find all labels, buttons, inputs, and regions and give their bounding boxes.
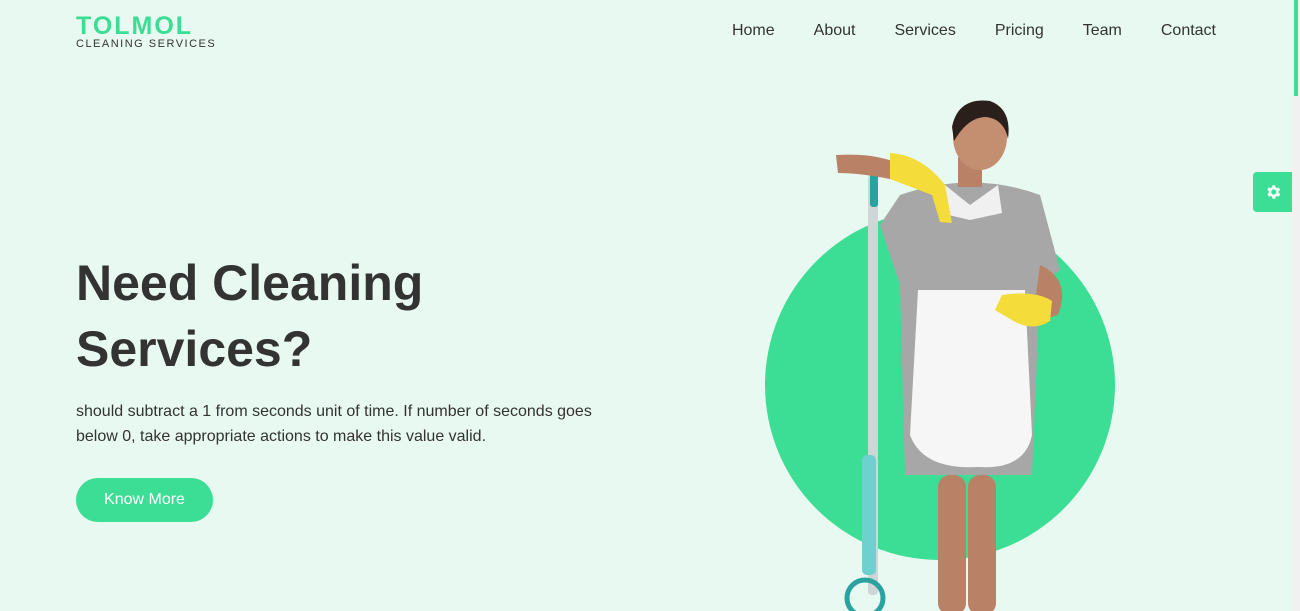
nav-item-pricing[interactable]: Pricing: [995, 22, 1044, 40]
logo-tagline: CLEANING SERVICES: [76, 38, 217, 50]
settings-button[interactable]: [1253, 172, 1293, 212]
hero-description: should subtract a 1 from seconds unit of…: [76, 403, 592, 445]
nav-item-services[interactable]: Services: [894, 22, 955, 40]
scrollbar-thumb[interactable]: [1294, 0, 1298, 96]
hero-title: Need Cleaning Services?: [76, 255, 424, 377]
know-more-button[interactable]: Know More: [76, 478, 213, 522]
page-scrollbar[interactable]: [1292, 0, 1300, 611]
main-nav: Home About Services Pricing Team Contact: [693, 22, 1216, 40]
logo[interactable]: TOLMOL CLEANING SERVICES: [76, 12, 217, 51]
hero-illustration: [765, 100, 1115, 611]
gear-icon: [1267, 185, 1281, 199]
nav-item-team[interactable]: Team: [1083, 22, 1122, 40]
nav-item-contact[interactable]: Contact: [1161, 22, 1216, 40]
nav-item-home[interactable]: Home: [732, 22, 775, 40]
nav-item-about[interactable]: About: [814, 22, 856, 40]
logo-name: TOLMOL: [76, 12, 194, 40]
